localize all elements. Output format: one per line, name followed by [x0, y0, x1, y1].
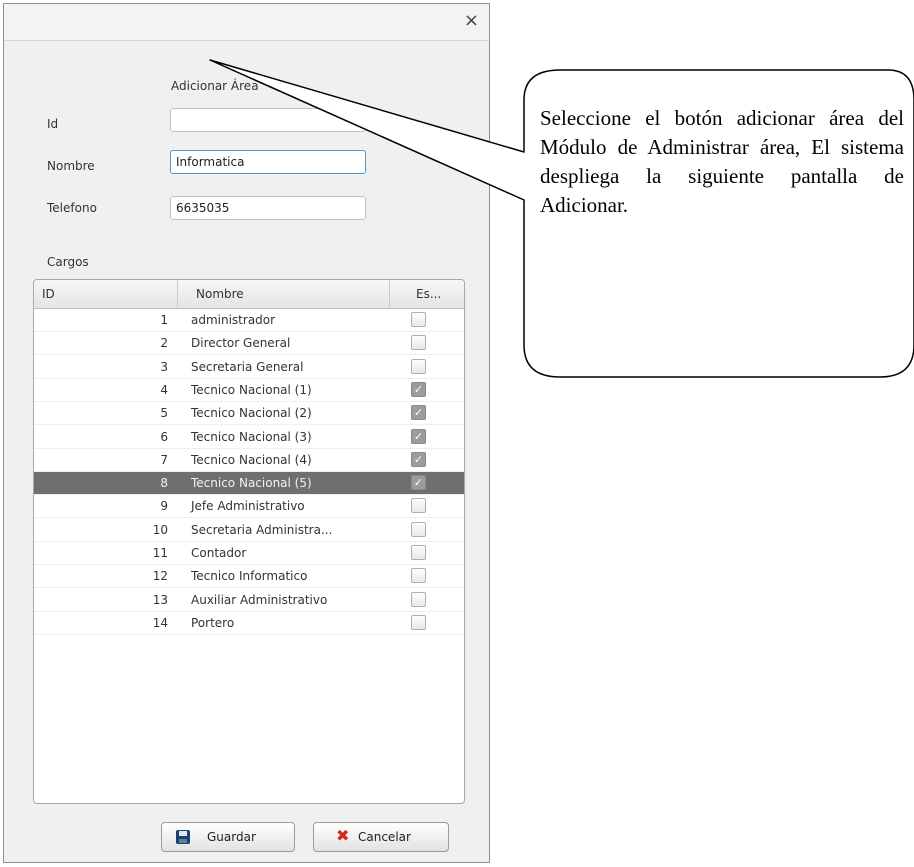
- callout-text: Seleccione el botón adicionar área del M…: [540, 106, 904, 217]
